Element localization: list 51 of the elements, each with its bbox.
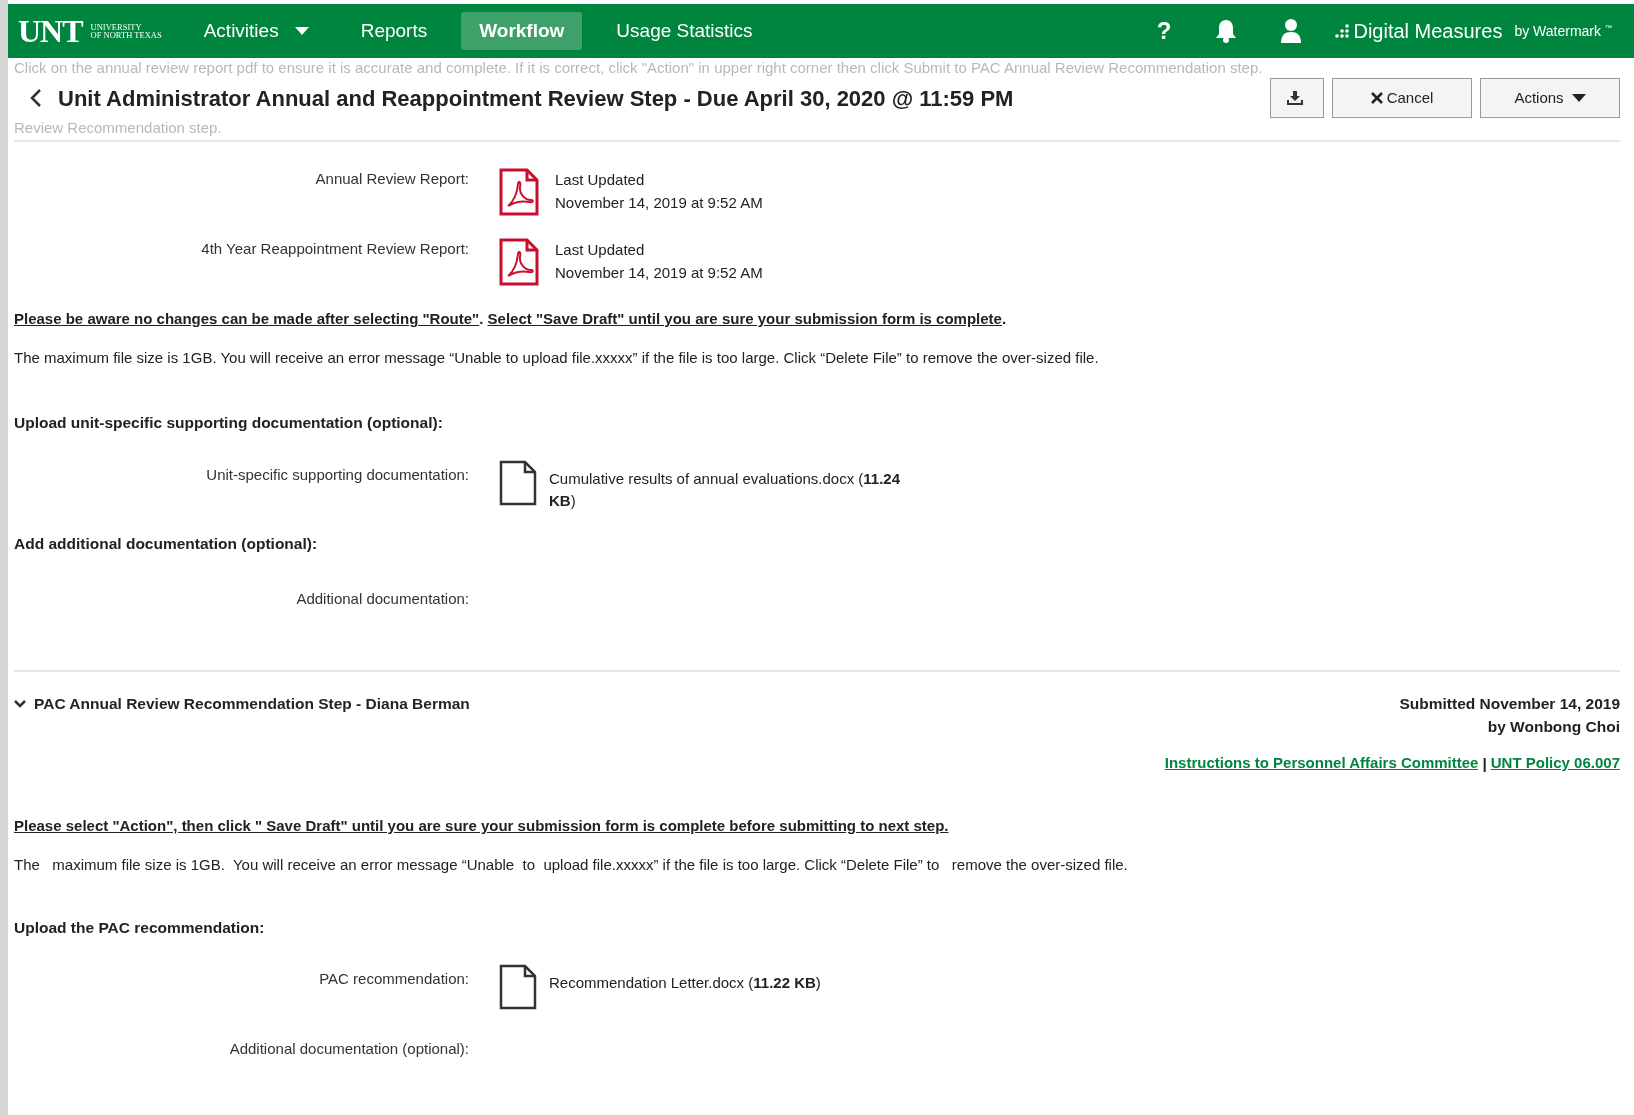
size-note: The maximum file size is 1GB. You will receive an error message “Unable to upload file.xxxxx” if the file is too large. Click “Delete File” to remove the over-sized file. <box>14 347 1100 368</box>
pdf-file-icon <box>499 168 539 216</box>
cancel-button[interactable]: Cancel <box>1332 78 1472 118</box>
nav-tab[interactable]: Reports <box>342 11 446 51</box>
download-button[interactable] <box>1270 78 1324 118</box>
section-heading: Upload the PAC recommendation: <box>14 918 266 939</box>
update-status: Last Updated <box>555 170 646 190</box>
brand-name: Digital Measures <box>1353 19 1503 44</box>
update-status: Last Updated <box>555 240 646 260</box>
nav-tab[interactable]: Usage Statistics <box>598 11 771 51</box>
field-label: PAC recommendation: <box>318 968 470 989</box>
faded-note: Review Recommendation step. <box>13 118 223 138</box>
field-label: Additional documentation: <box>295 588 470 609</box>
warning-text: Please be aware no changes can be made after selecting "Route". Select "Save Draft" until you are sure your submission form is complete. <box>14 309 1008 329</box>
submitted-by: by Wonbong Choi <box>1486 717 1620 737</box>
update-date: November 14, 2019 at 9:52 AM <box>555 193 763 213</box>
section-heading: Upload unit-specific supporting documentation (optional): <box>14 413 444 433</box>
update-date: November 14, 2019 at 9:52 AM <box>555 263 763 283</box>
instruction-text: Please select "Action", then click " Save Draft" until you are sure your submission form is complete before submitting to next step. <box>14 816 950 837</box>
submitted-date: Submitted November 14, 2019 <box>1399 694 1620 714</box>
download-icon <box>1287 91 1303 105</box>
nav-tab[interactable]: Workflow <box>461 11 583 51</box>
report-label: Annual Review Report: <box>314 169 470 189</box>
file-name: Cumulative results of annual evaluations.docx (11.24 KB) <box>549 469 902 512</box>
policy-link[interactable]: Instructions to Personnel Affairs Committee <box>1164 752 1479 775</box>
chevron-down-icon <box>14 698 26 709</box>
back-button[interactable] <box>30 88 42 108</box>
section-heading: Add additional documentation (optional): <box>14 534 319 555</box>
policy-link[interactable]: UNT Policy 06.007 <box>1490 752 1620 775</box>
size-note: The maximum file size is 1GB. You will receive an error message “Unable to upload file.xxxxx” if the file is too large. Click “Delete File” to remove the over-sized file. <box>14 854 1129 875</box>
nav-tab[interactable]: Activities <box>185 11 327 51</box>
caret-icon <box>294 27 309 35</box>
document-icon <box>499 963 537 1010</box>
step-toggle[interactable]: PAC Annual Review Recommendation Step - Diana Berman <box>14 692 470 716</box>
document-icon <box>499 460 537 507</box>
close-icon <box>1370 92 1383 104</box>
pdf-file-icon <box>499 238 539 286</box>
field-label: Additional documentation (optional): <box>228 1038 470 1059</box>
field-label: Unit-specific supporting documentation: <box>205 465 470 486</box>
faded-note: Click on the annual review report pdf to ensure it is accurate and complete. If it is correct, click "Action" in upper right corner then click Submit to PAC Annual Review Recommendation step. <box>13 58 1264 78</box>
brand-byline: by Watermark <box>1514 21 1601 41</box>
dots-icon <box>1335 24 1350 38</box>
actions-button[interactable]: Actions <box>1480 78 1620 118</box>
file-name: Recommendation Letter.docx (11.22 KB) <box>549 972 821 993</box>
report-label: 4th Year Reappointment Review Report: <box>200 239 470 259</box>
bell-icon <box>1215 19 1238 43</box>
person-icon <box>1281 19 1302 43</box>
chevron-left-icon <box>30 88 42 108</box>
link-separator: | <box>1482 754 1487 774</box>
caret-icon <box>1571 94 1586 102</box>
help-button[interactable]: ? <box>1146 13 1182 49</box>
